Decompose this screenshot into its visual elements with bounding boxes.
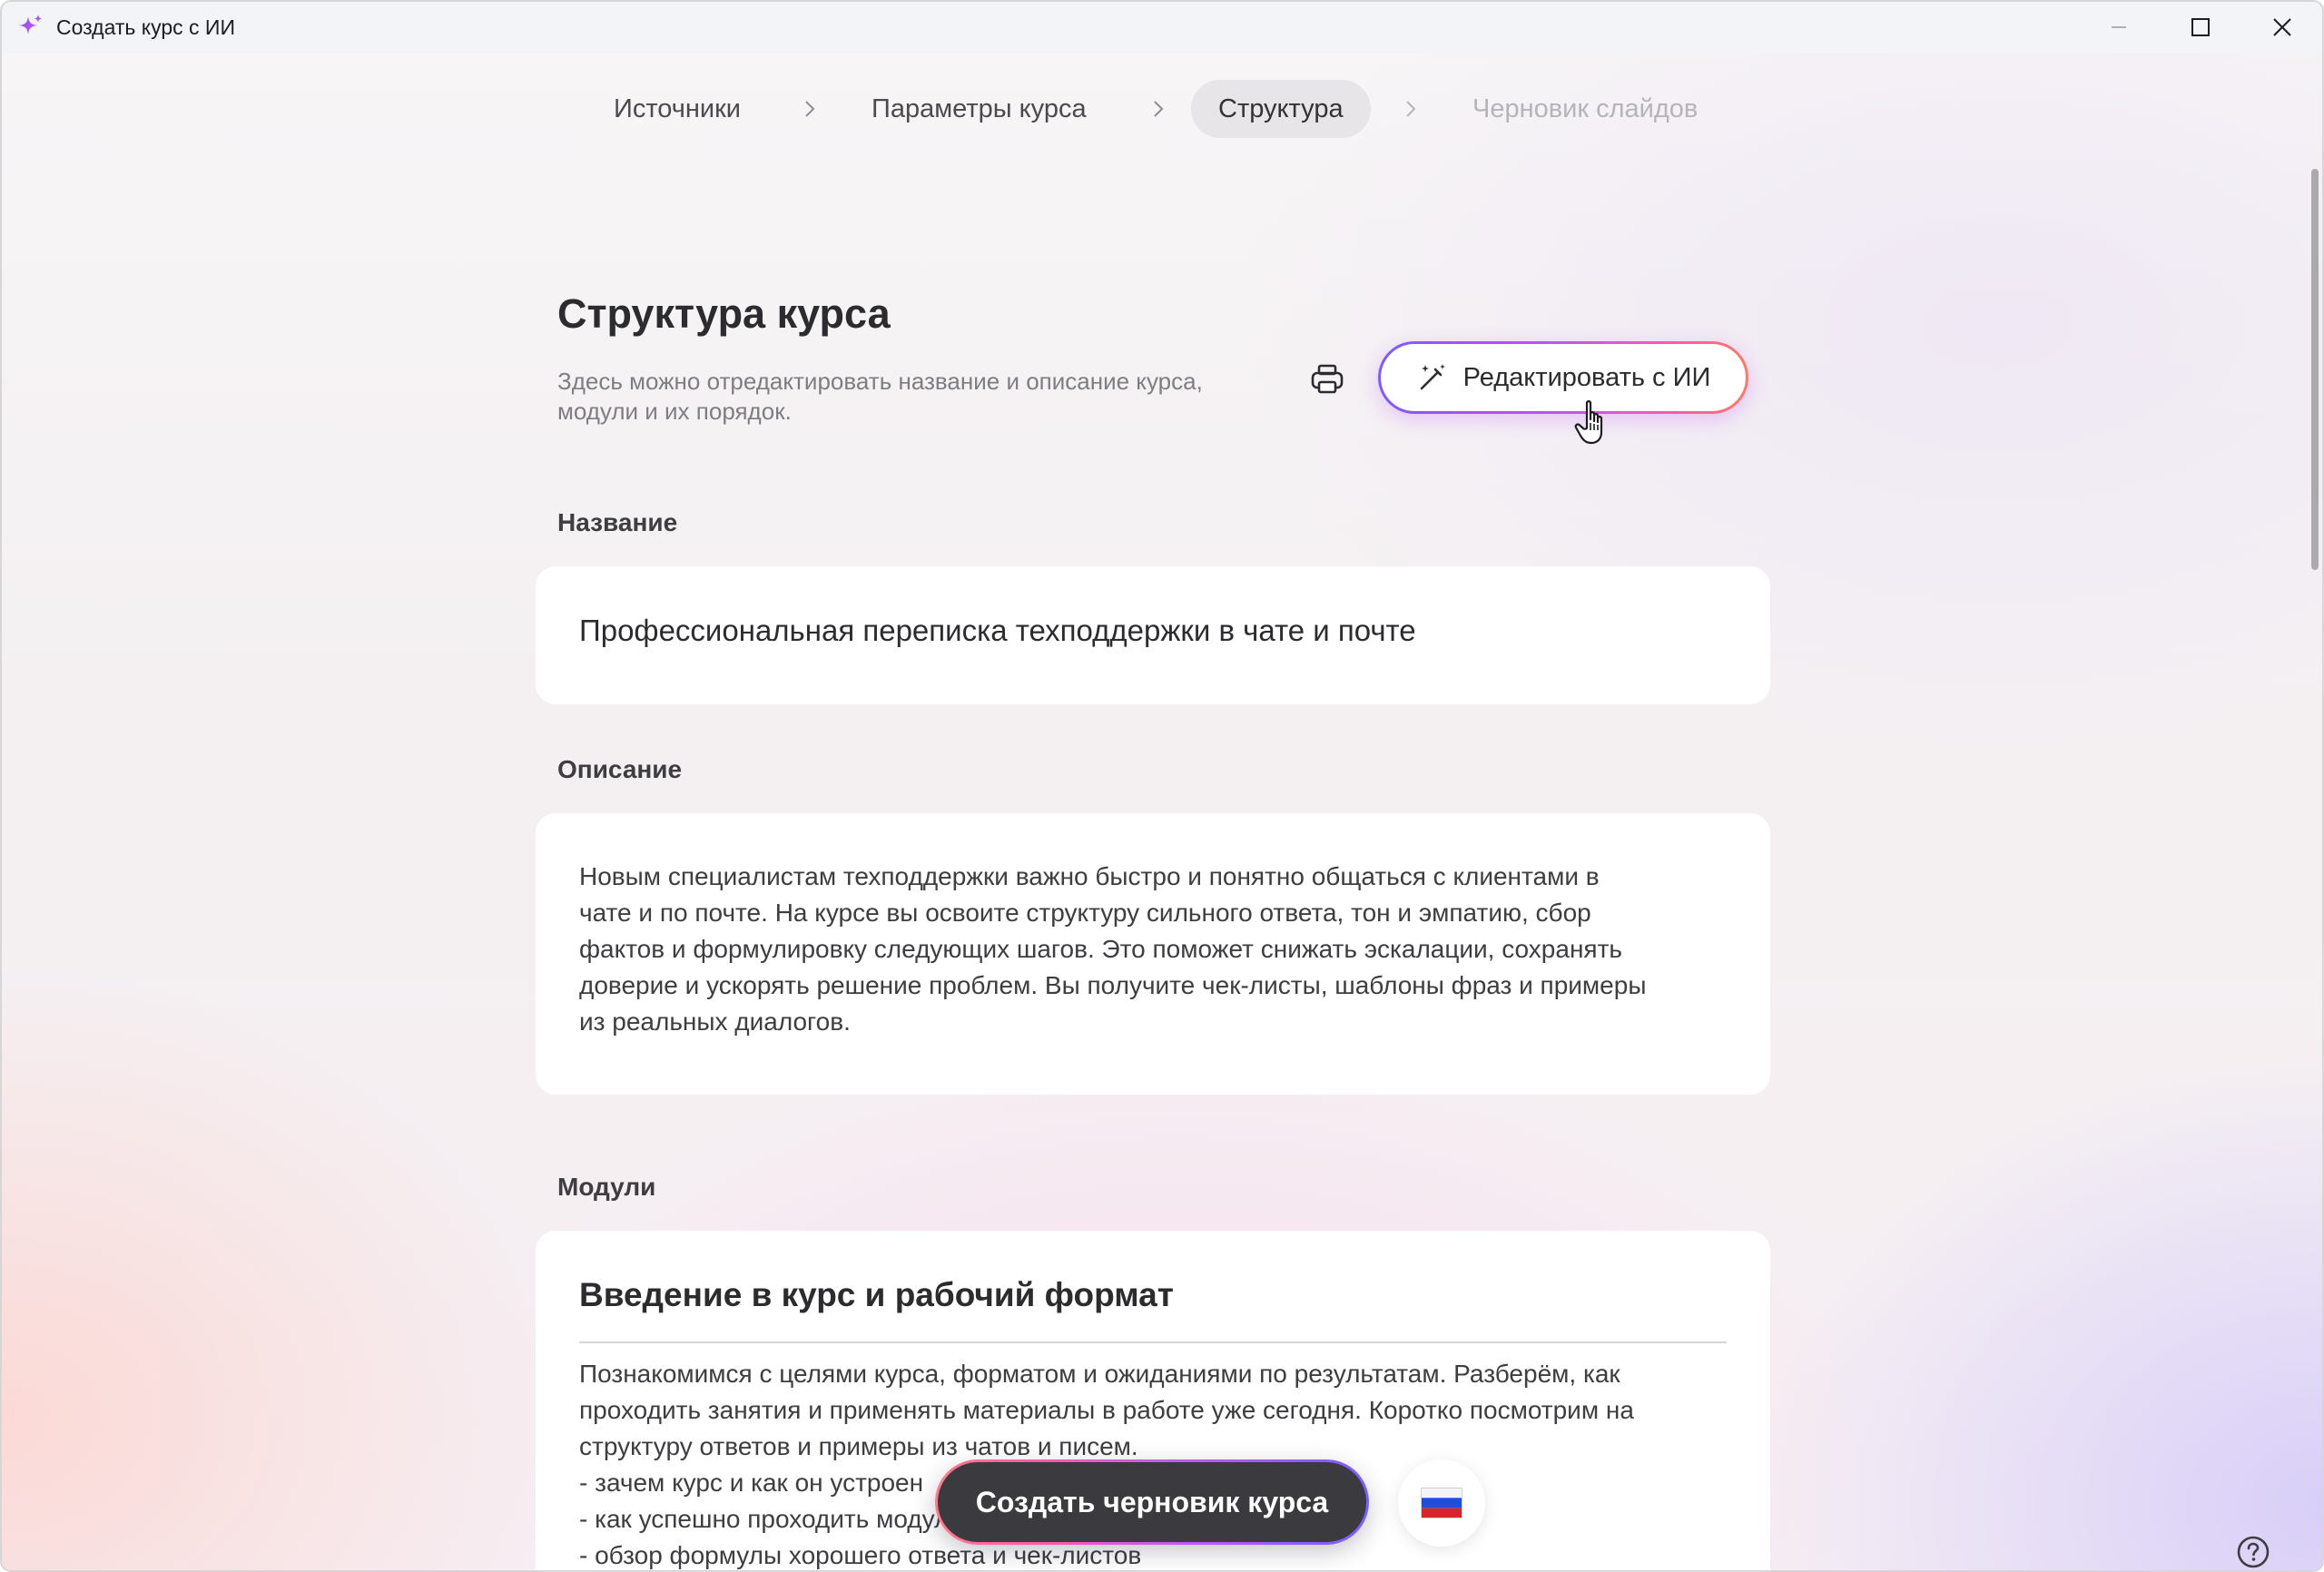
magic-wand-icon bbox=[1420, 364, 1445, 390]
chevron-right-icon bbox=[1154, 101, 1164, 117]
module-divider bbox=[579, 1341, 1727, 1343]
print-button[interactable] bbox=[1305, 358, 1349, 401]
printer-icon bbox=[1311, 364, 1344, 394]
name-value: Профессиональная переписка техподдержки … bbox=[579, 614, 1416, 647]
description-label: Описание bbox=[557, 755, 683, 783]
description-field[interactable]: Новым специалистам техподдержки важно бы… bbox=[536, 813, 1770, 1095]
description-value: Новым специалистам техподдержки важно бы… bbox=[579, 862, 1647, 1036]
language-button[interactable] bbox=[1398, 1459, 1485, 1547]
module-description: Познакомимся с целями курса, форматом и … bbox=[579, 1360, 1634, 1460]
scrollbar-thumb[interactable] bbox=[2311, 169, 2319, 570]
edit-with-ai-label: Редактировать с ИИ bbox=[1462, 362, 1711, 392]
edit-with-ai-button[interactable]: Редактировать с ИИ bbox=[1378, 341, 1748, 414]
minimize-icon bbox=[2112, 26, 2126, 28]
window-title: Создать курс с ИИ bbox=[56, 15, 235, 39]
page-subtitle: Здесь можно отредактировать название и о… bbox=[557, 368, 1203, 425]
sparkle-icon bbox=[19, 15, 42, 34]
wizard-stepper: Источники Параметры курса Структура Черн… bbox=[2, 80, 2322, 138]
app-window: Создать курс с ИИ Источники Параметры ку… bbox=[0, 0, 2324, 1572]
create-draft-button[interactable]: Создать черновик курса bbox=[935, 1459, 1369, 1545]
minimize-button[interactable] bbox=[2079, 2, 2159, 53]
name-label: Название bbox=[557, 508, 678, 536]
russia-flag-icon bbox=[1421, 1488, 1462, 1518]
modules-label: Модули bbox=[557, 1173, 656, 1201]
close-icon bbox=[2273, 18, 2291, 36]
create-draft-label: Создать черновик курса bbox=[975, 1485, 1329, 1518]
step-sources[interactable]: Источники bbox=[586, 80, 768, 138]
help-icon bbox=[2237, 1536, 2270, 1568]
chevron-right-icon bbox=[1406, 101, 1416, 117]
close-button[interactable] bbox=[2242, 2, 2322, 53]
chevron-right-icon bbox=[805, 101, 815, 117]
page-title: Структура курса bbox=[557, 290, 891, 337]
maximize-icon bbox=[2191, 18, 2210, 36]
title-bar: Создать курс с ИИ bbox=[2, 2, 2322, 53]
help-button[interactable] bbox=[2235, 1534, 2271, 1570]
module-title: Введение в курс и рабочий формат bbox=[579, 1276, 1174, 1313]
name-field[interactable]: Профессиональная переписка техподдержки … bbox=[536, 566, 1770, 704]
step-structure[interactable]: Структура bbox=[1191, 80, 1371, 138]
main-content: Источники Параметры курса Структура Черн… bbox=[2, 53, 2322, 1570]
step-slides-draft: Черновик слайдов bbox=[1472, 94, 1699, 123]
maximize-button[interactable] bbox=[2161, 2, 2240, 53]
step-course-params[interactable]: Параметры курса bbox=[844, 80, 1114, 138]
